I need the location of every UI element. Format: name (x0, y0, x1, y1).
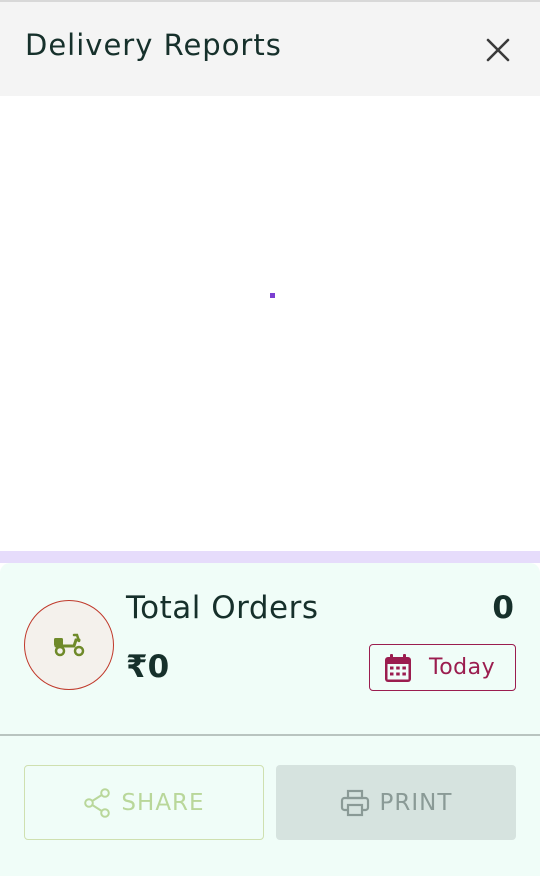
print-label: PRINT (379, 789, 453, 816)
date-filter-label: Today (429, 655, 496, 680)
app-header: Delivery Reports (0, 0, 540, 96)
printer-icon (340, 789, 370, 817)
share-label: SHARE (121, 789, 205, 816)
calendar-icon (384, 653, 414, 683)
print-button[interactable]: PRINT (276, 765, 516, 840)
delivery-avatar (24, 600, 114, 690)
loading-indicator (270, 293, 275, 298)
page-title: Delivery Reports (25, 28, 282, 62)
share-icon (83, 787, 111, 818)
summary-panel: Total Orders 0 ₹0 Today SHARE PRINT (0, 563, 540, 876)
report-content-area (0, 96, 540, 551)
close-icon (486, 38, 510, 62)
share-button[interactable]: SHARE (24, 765, 264, 840)
total-orders-count: 0 (492, 590, 514, 626)
close-button[interactable] (478, 30, 518, 70)
date-filter-button[interactable]: Today (369, 644, 516, 691)
total-orders-label: Total Orders (126, 590, 319, 626)
divider (0, 734, 540, 736)
scooter-icon (54, 633, 85, 657)
total-amount: ₹0 (126, 649, 170, 685)
accent-strip (0, 551, 540, 563)
